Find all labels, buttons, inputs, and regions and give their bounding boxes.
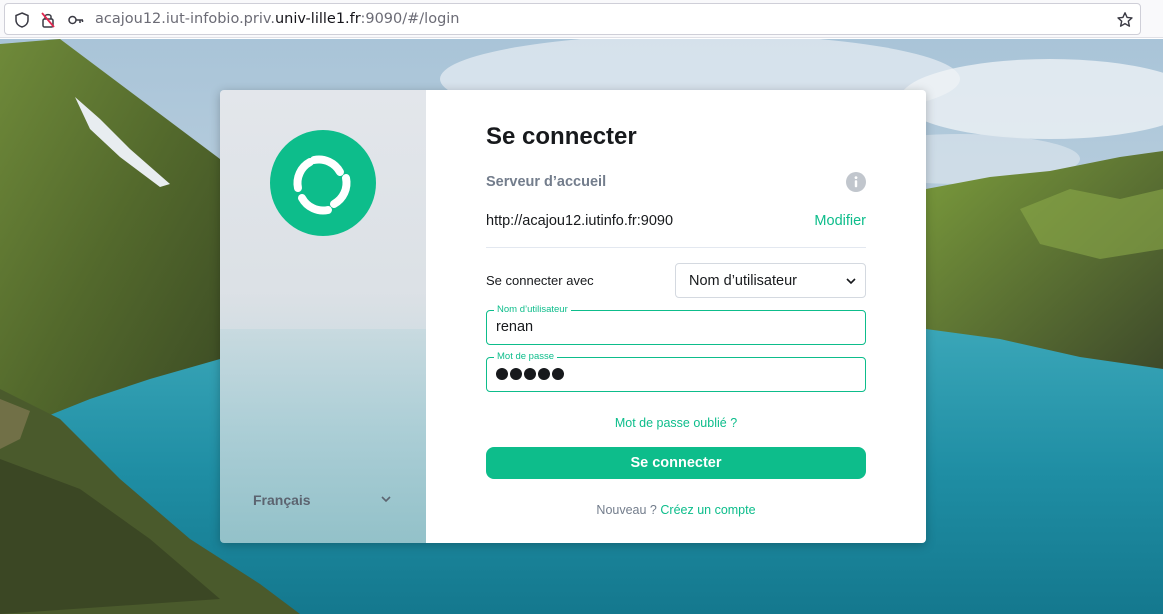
login-card: Français Se connecter Serveur d’accueil … (220, 90, 926, 543)
forgot-password-link[interactable]: Mot de passe oublié ? (426, 416, 926, 430)
chevron-down-icon (381, 496, 391, 503)
url-suffix: :9090/#/login (360, 11, 460, 27)
login-method-select[interactable]: Nom d’utilisateur (675, 263, 866, 298)
username-input[interactable]: renan (496, 319, 533, 335)
signup-prompt: Nouveau ? Créez un compte (426, 503, 926, 517)
login-panel: Se connecter Serveur d’accueil http://ac… (426, 90, 926, 543)
homeserver-label: Serveur d’accueil (486, 174, 607, 190)
new-user-text: Nouveau ? (596, 503, 657, 517)
password-mask-dot (552, 368, 564, 380)
language-label: Français (253, 492, 311, 508)
browser-toolbar: acajou12.iut-infobio.priv.univ-lille1.fr… (0, 0, 1163, 38)
element-logo-icon (270, 130, 376, 236)
username-label: Nom d’utilisateur (494, 304, 571, 316)
bookmark-star-icon[interactable] (1116, 11, 1134, 29)
password-mask-dot (510, 368, 522, 380)
language-selector[interactable]: Français (253, 490, 393, 512)
shield-icon[interactable] (13, 11, 31, 29)
auth-sidebar: Français (220, 90, 426, 543)
url-domain: univ-lille1.fr (274, 11, 361, 27)
password-field[interactable]: Mot de passe (486, 351, 866, 392)
edit-homeserver-link[interactable]: Modifier (814, 213, 866, 229)
info-icon[interactable] (846, 172, 866, 192)
create-account-link[interactable]: Créez un compte (660, 503, 755, 517)
divider (486, 247, 866, 248)
login-method-value: Nom d’utilisateur (689, 273, 797, 289)
homeserver-url: http://acajou12.iutinfo.fr:9090 (486, 213, 674, 229)
password-input[interactable] (496, 368, 564, 382)
chevron-down-icon (846, 278, 856, 285)
url-prefix: acajou12.iut-infobio.priv. (95, 11, 275, 27)
password-mask-dot (538, 368, 550, 380)
login-with-label: Se connecter avec (486, 273, 594, 288)
page-title: Se connecter (486, 123, 637, 150)
sign-in-button[interactable]: Se connecter (486, 447, 866, 479)
username-field[interactable]: Nom d’utilisateur renan (486, 304, 866, 345)
key-icon[interactable] (67, 11, 85, 29)
password-mask-dot (524, 368, 536, 380)
password-label: Mot de passe (494, 351, 558, 363)
url-text[interactable]: acajou12.iut-infobio.priv.univ-lille1.fr… (95, 11, 460, 27)
no-tracking-icon[interactable] (39, 11, 57, 29)
address-bar[interactable]: acajou12.iut-infobio.priv.univ-lille1.fr… (4, 3, 1141, 35)
password-mask-dot (496, 368, 508, 380)
